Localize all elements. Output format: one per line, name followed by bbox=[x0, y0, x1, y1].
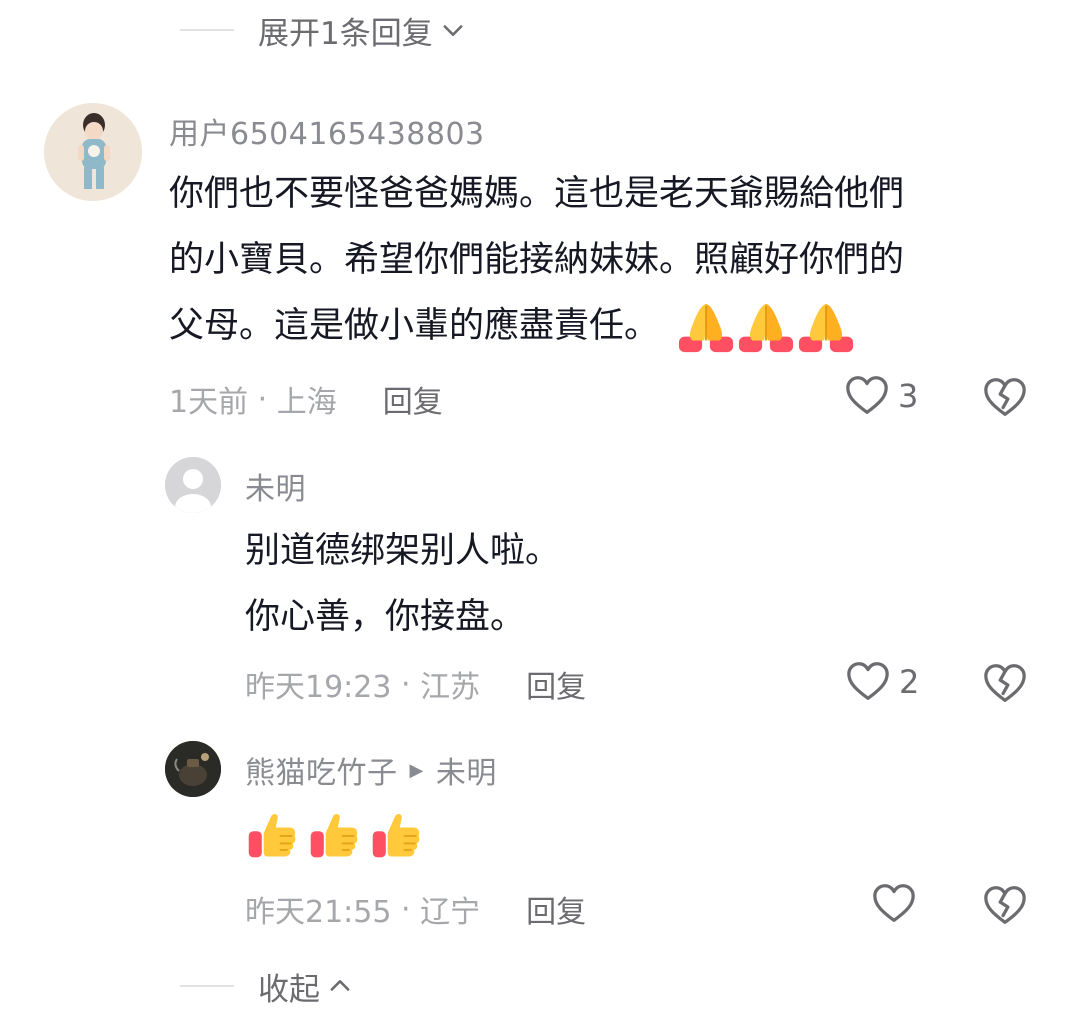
comment-line: 你們也不要怪爸爸媽媽。這也是老天爺賜給他們 bbox=[169, 174, 905, 214]
broken-heart-icon bbox=[982, 883, 1028, 929]
collapse-replies-label: 收起 bbox=[258, 971, 320, 1008]
reply-button[interactable]: 回复 bbox=[526, 662, 586, 706]
username[interactable]: 熊猫吃竹子 ▶ 未明 bbox=[245, 748, 497, 792]
comment-meta: 1天前 · 上海 回复 bbox=[169, 377, 443, 421]
folded-hands-emoji bbox=[677, 298, 735, 356]
dislike-button[interactable] bbox=[982, 883, 1028, 933]
like-button[interactable]: 3 bbox=[844, 373, 918, 419]
expand-replies-label: 展开1条回复 bbox=[258, 15, 433, 52]
reply-button[interactable]: 回复 bbox=[383, 377, 443, 421]
like-count: 2 bbox=[899, 663, 920, 701]
thumbs-up-emoji bbox=[245, 807, 301, 863]
username[interactable]: 用户6504165438803 bbox=[169, 109, 485, 153]
avatar[interactable] bbox=[165, 741, 221, 797]
avatar[interactable] bbox=[165, 457, 221, 513]
comment-line: 别道德绑架别人啦。 bbox=[245, 531, 561, 571]
username[interactable]: 未明 bbox=[245, 464, 306, 508]
timestamp: 1天前 bbox=[169, 385, 249, 420]
comment-text: 别道德绑架别人啦。 你心善，你接盘。 bbox=[245, 518, 560, 650]
reply-button[interactable]: 回复 bbox=[526, 887, 586, 931]
chevron-down-icon bbox=[439, 16, 467, 44]
dislike-button[interactable] bbox=[982, 375, 1028, 425]
divider-line bbox=[180, 985, 234, 987]
comment-line: 的小寶貝。希望你們能接納妹妹。照顧好你們的 bbox=[169, 240, 905, 280]
broken-heart-icon bbox=[982, 661, 1028, 707]
folded-hands-emoji bbox=[797, 298, 855, 356]
dislike-button[interactable] bbox=[982, 661, 1028, 711]
thumbs-up-emoji bbox=[369, 807, 425, 863]
comment-text bbox=[245, 807, 425, 863]
timestamp: 昨天21:55 bbox=[245, 895, 392, 930]
comment-text: 你們也不要怪爸爸媽媽。這也是老天爺賜給他們 的小寶貝。希望你們能接納妹妹。照顧好… bbox=[169, 161, 904, 359]
comment-meta: 昨天19:23 · 江苏 回复 bbox=[245, 662, 586, 706]
like-button[interactable]: 2 bbox=[845, 659, 919, 705]
broken-heart-icon bbox=[982, 375, 1028, 421]
heart-icon bbox=[844, 373, 890, 419]
comment-meta: 昨天21:55 · 辽宁 回复 bbox=[245, 887, 586, 931]
heart-icon bbox=[871, 881, 917, 927]
like-count: 3 bbox=[898, 377, 919, 415]
expand-replies-button[interactable]: 展开1条回复 bbox=[180, 8, 467, 52]
heart-icon bbox=[845, 659, 891, 705]
like-button[interactable] bbox=[871, 881, 917, 927]
timestamp: 昨天19:23 bbox=[245, 670, 392, 705]
reply-to-username[interactable]: 未明 bbox=[436, 748, 497, 792]
folded-hands-emoji bbox=[737, 298, 795, 356]
location: 辽宁 bbox=[420, 895, 481, 930]
divider-line bbox=[180, 29, 234, 31]
avatar[interactable] bbox=[44, 103, 142, 201]
reply-to-arrow-icon: ▶ bbox=[409, 759, 424, 781]
collapse-replies-button[interactable]: 收起 bbox=[180, 964, 354, 1008]
comment-line: 父母。這是做小輩的應盡責任。 bbox=[169, 293, 904, 359]
location: 上海 bbox=[276, 385, 337, 420]
thumbs-up-emoji bbox=[307, 807, 363, 863]
chevron-up-icon bbox=[326, 972, 354, 1000]
comment-line: 你心善，你接盘。 bbox=[245, 597, 526, 637]
location: 江苏 bbox=[420, 670, 481, 705]
